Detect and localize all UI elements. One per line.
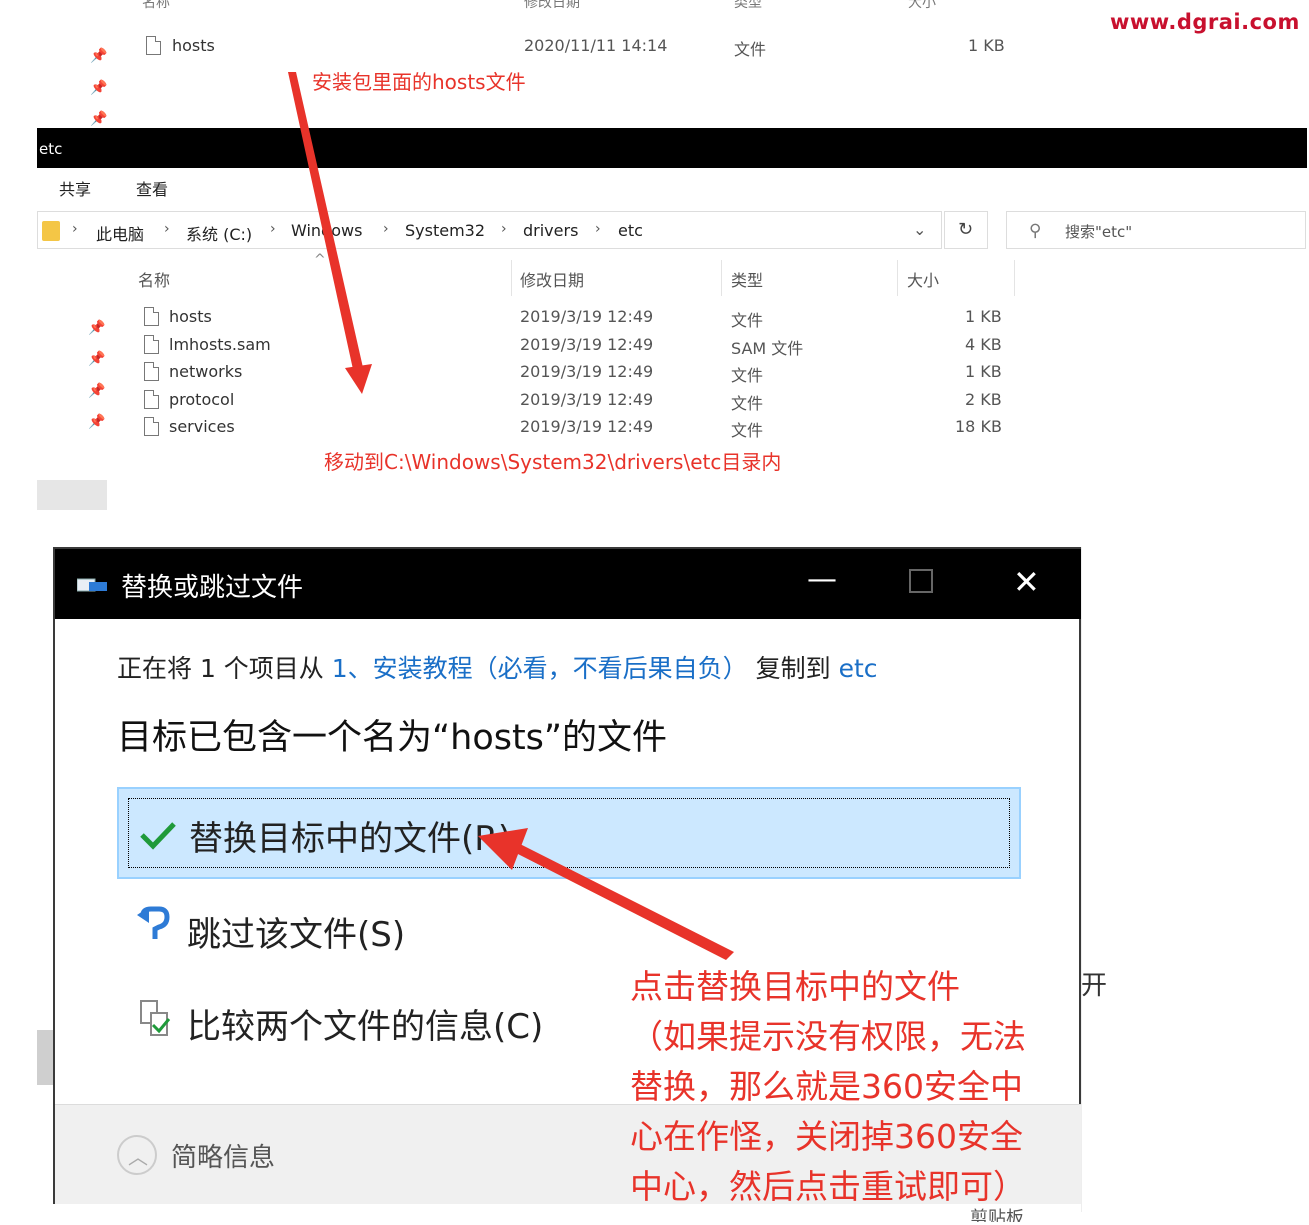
annotation-click-line: 心在作怪，关闭掉360安全 xyxy=(630,1117,1023,1156)
annotation-click-line: 中心，然后点击重试即可） xyxy=(630,1167,1026,1206)
annotation-click-line: 点击替换目标中的文件 xyxy=(630,967,960,1006)
annotation-click-line: （如果提示没有权限，无法 xyxy=(630,1017,1026,1056)
annotation-click-line: 替换，那么就是360安全中 xyxy=(630,1067,1023,1106)
annotation-click: 点击替换目标中的文件 （如果提示没有权限，无法 替换，那么就是360安全中 心在… xyxy=(630,962,1080,1212)
arrow-shaft-2 xyxy=(514,844,734,960)
